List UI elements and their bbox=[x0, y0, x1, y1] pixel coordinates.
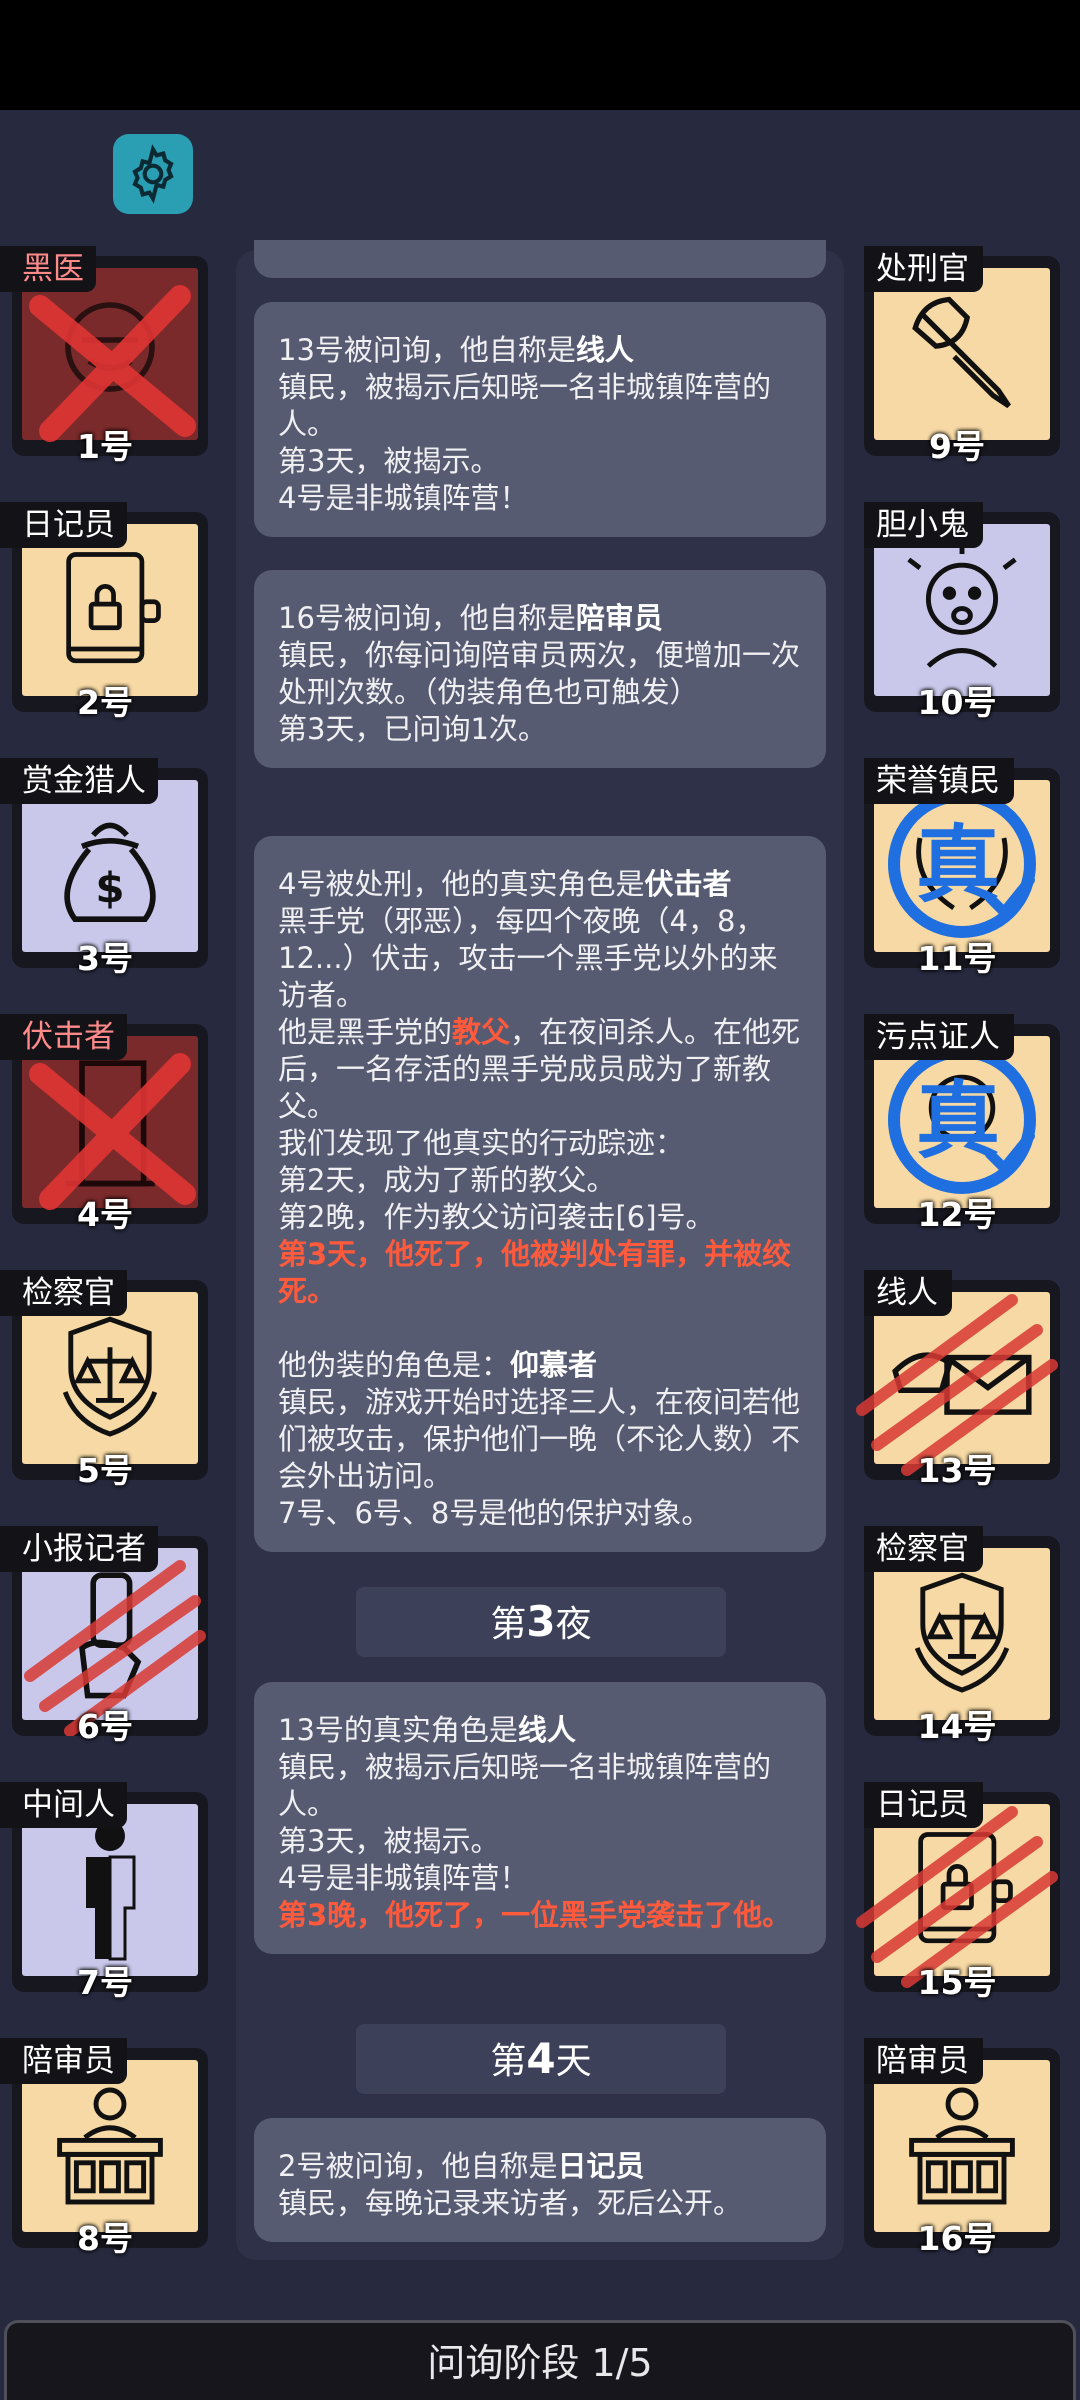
player-number: 8号 bbox=[77, 2219, 133, 2258]
role-label: 陪审员 bbox=[864, 2038, 983, 2084]
role-label: 荣誉镇民 bbox=[864, 758, 1014, 804]
player-number: 10号 bbox=[917, 683, 997, 722]
role-label: 日记员 bbox=[864, 1782, 983, 1828]
player-card-15[interactable]: 日记员 15号 bbox=[852, 1782, 1062, 2002]
player-card-3[interactable]: $ 赏金猎人 3号 bbox=[0, 758, 210, 978]
player-card-5[interactable]: 检察官 5号 bbox=[0, 1270, 210, 1490]
phase-divider: 第4天 bbox=[356, 2024, 726, 2094]
phase-indicator: 问询阶段 1/5 bbox=[4, 2320, 1076, 2400]
scales-badge-icon bbox=[62, 1316, 158, 1437]
message-card-partial bbox=[254, 240, 826, 278]
half-person-icon bbox=[86, 1821, 136, 1961]
player-number: 14号 bbox=[917, 1707, 997, 1746]
player-card-6[interactable]: 小报记者 6号 bbox=[0, 1526, 210, 1746]
role-label: 检察官 bbox=[0, 1270, 127, 1316]
role-label: 陪审员 bbox=[0, 2038, 127, 2084]
player-number: 3号 bbox=[77, 939, 133, 978]
role-label: 黑医 bbox=[0, 246, 96, 292]
role-label: 检察官 bbox=[864, 1526, 983, 1572]
log-message: 13号的真实角色是线人 镇民，被揭示后知晓一名非城镇阵营的人。 第3天，被揭示。… bbox=[254, 1682, 826, 1954]
player-number: 5号 bbox=[77, 1451, 133, 1490]
player-number: 16号 bbox=[917, 2219, 997, 2258]
role-label: 污点证人 bbox=[864, 1014, 1014, 1060]
player-card-12[interactable]: 真 污点证人 12号 bbox=[852, 1014, 1062, 1234]
role-label: 日记员 bbox=[0, 502, 127, 548]
player-card-13[interactable]: 线人 13号 bbox=[852, 1270, 1062, 1490]
player-card-16[interactable]: 陪审员 16号 bbox=[852, 2038, 1062, 2258]
log-message: 4号被处刑，他的真实角色是伏击者 黑手党（邪恶），每四个夜晚（4，8，12...… bbox=[254, 836, 826, 1552]
locked-diary-icon bbox=[66, 552, 161, 664]
juror-icon bbox=[909, 2087, 1015, 2205]
player-card-8[interactable]: 陪审员 8号 bbox=[0, 2038, 210, 2258]
log-message: 2号被问询，他自称是日记员 镇民，每晚记录来访者，死后公开。 bbox=[254, 2118, 826, 2242]
scared-face-icon bbox=[907, 542, 1017, 668]
log-message: 13号被问询，他自称是线人 镇民，被揭示后知晓一名非城镇阵营的人。 第3天，被揭… bbox=[254, 302, 826, 537]
player-card-11[interactable]: 真 荣誉镇民 11号 bbox=[852, 758, 1062, 978]
phase-divider: 第3夜 bbox=[356, 1587, 726, 1657]
player-number: 2号 bbox=[77, 683, 133, 722]
player-card-2[interactable]: 日记员 2号 bbox=[0, 502, 210, 722]
role-label: 胆小鬼 bbox=[864, 502, 983, 548]
player-card-14[interactable]: 检察官 14号 bbox=[852, 1526, 1062, 1746]
juror-icon bbox=[57, 2087, 163, 2205]
status-bar bbox=[0, 0, 1080, 110]
player-card-1[interactable]: 黑医 1号 bbox=[0, 246, 210, 466]
role-label: 伏击者 bbox=[0, 1014, 127, 1060]
player-card-9[interactable]: 处刑官 9号 bbox=[852, 246, 1062, 466]
player-number: 15号 bbox=[917, 1963, 997, 2002]
scales-badge-icon bbox=[914, 1572, 1010, 1693]
player-number: 1号 bbox=[77, 427, 133, 466]
role-label: 小报记者 bbox=[0, 1526, 158, 1572]
player-number: 11号 bbox=[917, 939, 997, 978]
player-number: 13号 bbox=[917, 1451, 997, 1490]
player-number: 9号 bbox=[929, 427, 985, 466]
log-message: 16号被问询，他自称是陪审员 镇民，你每问询陪审员两次，便增加一次处刑次数。（伪… bbox=[254, 570, 826, 768]
role-label: 赏金猎人 bbox=[0, 758, 158, 804]
player-card-4[interactable]: 伏击者 4号 bbox=[0, 1014, 210, 1234]
player-card-10[interactable]: 胆小鬼 10号 bbox=[852, 502, 1062, 722]
axe-icon bbox=[912, 296, 1011, 409]
player-number: 4号 bbox=[77, 1195, 133, 1234]
player-card-7[interactable]: 中间人 7号 bbox=[0, 1782, 210, 2002]
role-label: 中间人 bbox=[0, 1782, 127, 1828]
player-number: 6号 bbox=[77, 1707, 133, 1746]
gear-icon bbox=[132, 144, 174, 204]
player-number: 7号 bbox=[77, 1963, 133, 2002]
money-bag-icon: $ bbox=[64, 822, 156, 922]
role-label: 线人 bbox=[864, 1270, 952, 1316]
settings-button[interactable] bbox=[113, 134, 193, 214]
role-label: 处刑官 bbox=[864, 246, 983, 292]
svg-text:$: $ bbox=[95, 863, 124, 912]
player-number: 12号 bbox=[917, 1195, 997, 1234]
